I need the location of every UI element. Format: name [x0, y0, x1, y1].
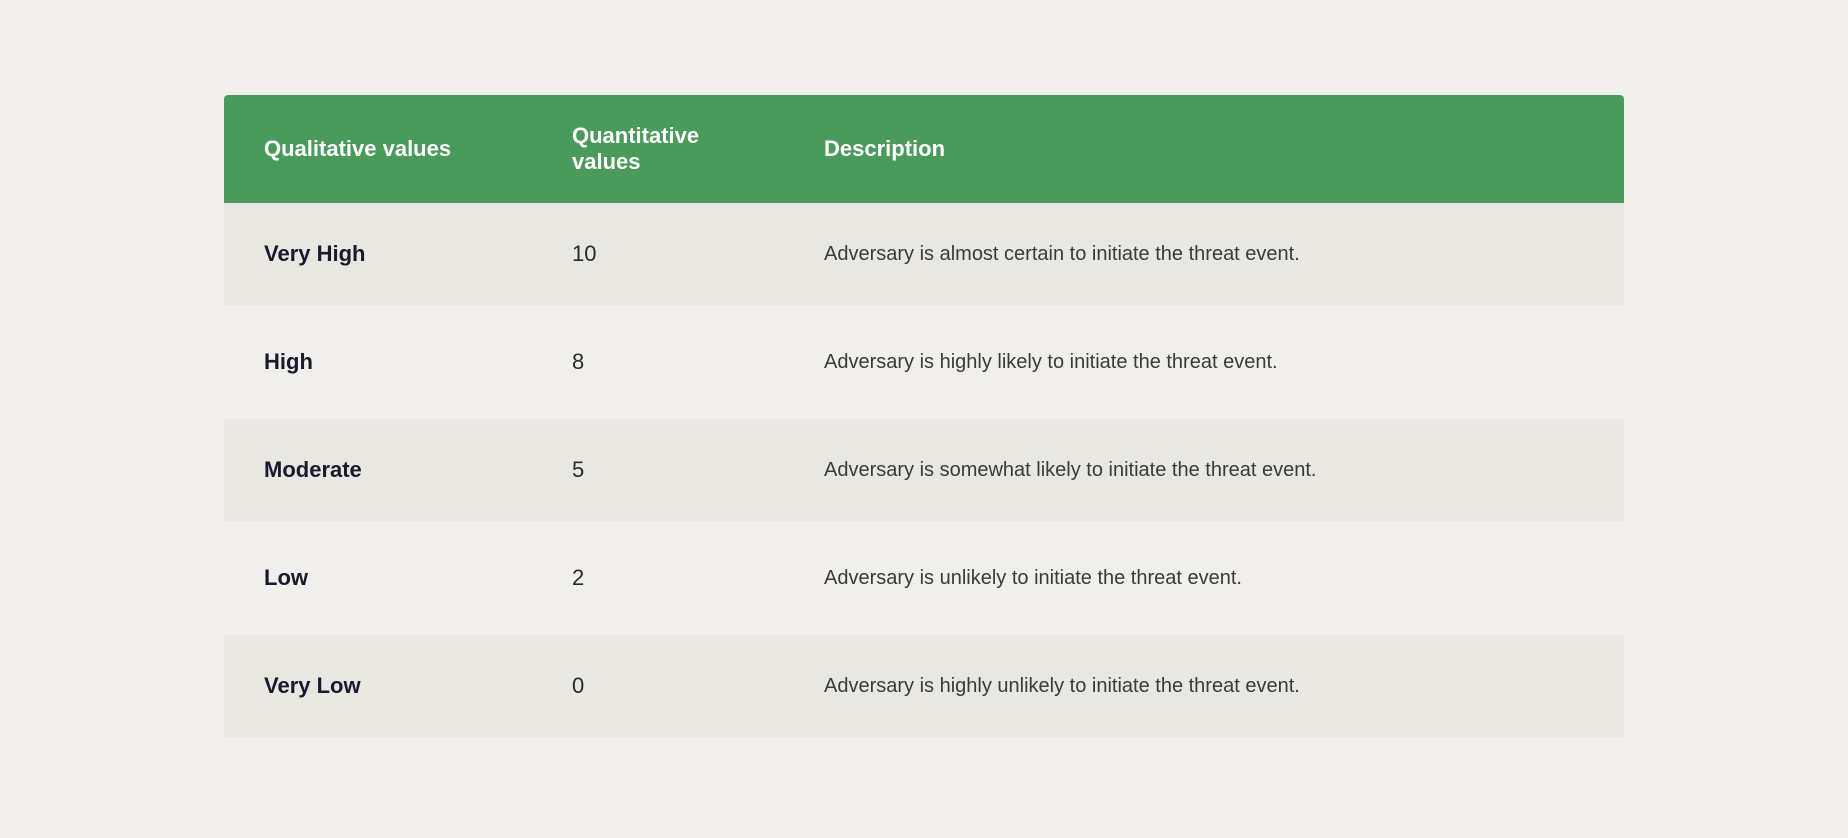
cell-description: Adversary is highly unlikely to initiate…	[784, 632, 1624, 740]
table-row: Very High10Adversary is almost certain t…	[224, 203, 1624, 308]
risk-table: Qualitative values Quantitative values D…	[224, 95, 1624, 743]
cell-quantitative: 5	[532, 416, 784, 524]
cell-qualitative: Low	[224, 524, 532, 632]
header-qualitative: Qualitative values	[224, 95, 532, 203]
table-row: Low2Adversary is unlikely to initiate th…	[224, 524, 1624, 632]
cell-quantitative: 2	[532, 524, 784, 632]
table-row: Moderate5Adversary is somewhat likely to…	[224, 416, 1624, 524]
cell-quantitative: 10	[532, 203, 784, 308]
cell-qualitative: High	[224, 308, 532, 416]
cell-description: Adversary is almost certain to initiate …	[784, 203, 1624, 308]
cell-description: Adversary is highly likely to initiate t…	[784, 308, 1624, 416]
cell-quantitative: 0	[532, 632, 784, 740]
table-row: High8Adversary is highly likely to initi…	[224, 308, 1624, 416]
header-description: Description	[784, 95, 1624, 203]
cell-description: Adversary is unlikely to initiate the th…	[784, 524, 1624, 632]
cell-qualitative: Moderate	[224, 416, 532, 524]
main-table-container: Qualitative values Quantitative values D…	[224, 95, 1624, 743]
cell-qualitative: Very High	[224, 203, 532, 308]
cell-description: Adversary is somewhat likely to initiate…	[784, 416, 1624, 524]
header-quantitative: Quantitative values	[532, 95, 784, 203]
table-header-row: Qualitative values Quantitative values D…	[224, 95, 1624, 203]
table-row: Very Low0Adversary is highly unlikely to…	[224, 632, 1624, 740]
cell-quantitative: 8	[532, 308, 784, 416]
cell-qualitative: Very Low	[224, 632, 532, 740]
